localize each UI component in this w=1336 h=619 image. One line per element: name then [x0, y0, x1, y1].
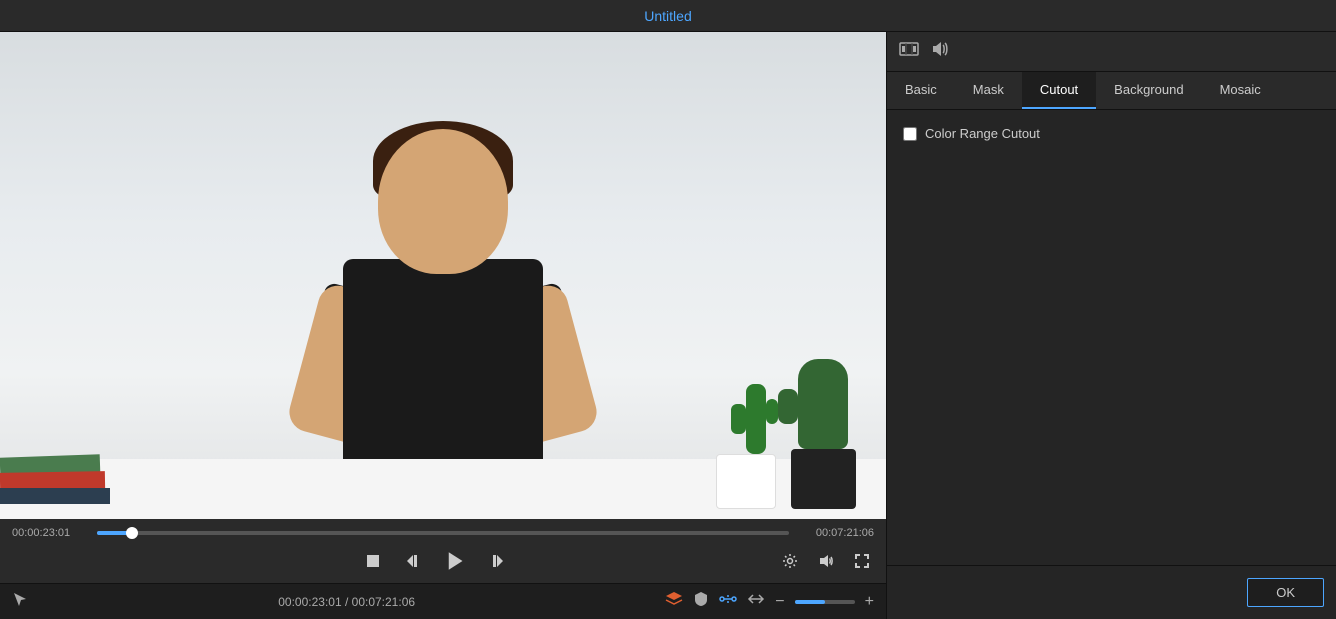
tab-basic[interactable]: Basic — [887, 72, 955, 109]
toolbar-right: − + — [665, 591, 874, 612]
ok-button[interactable]: OK — [1247, 578, 1324, 607]
zoom-slider-fill — [795, 600, 825, 604]
loop-icon[interactable] — [747, 591, 765, 612]
video-preview — [0, 32, 886, 519]
color-range-cutout-checkbox[interactable] — [903, 127, 917, 141]
right-panel: Basic Mask Cutout Background Mosaic Colo… — [886, 32, 1336, 619]
cactus-large — [798, 359, 848, 449]
toolbar-time-display: 00:00:23:01 / 00:07:21:06 — [278, 595, 415, 609]
tab-mask[interactable]: Mask — [955, 72, 1022, 109]
time-total: 00:07:21:06 — [799, 527, 874, 539]
progress-thumb[interactable] — [126, 527, 138, 539]
zoom-slider[interactable] — [795, 600, 855, 604]
tab-mosaic[interactable]: Mosaic — [1202, 72, 1279, 109]
connect-icon[interactable] — [719, 591, 737, 612]
right-panel-header — [887, 32, 1336, 72]
zoom-in-icon[interactable]: + — [865, 593, 874, 611]
color-range-cutout-row: Color Range Cutout — [903, 126, 1320, 141]
color-range-cutout-label: Color Range Cutout — [925, 126, 1040, 141]
progress-bar-track[interactable] — [97, 531, 789, 535]
window-title: Untitled — [644, 8, 691, 24]
plant-pot-dark — [791, 449, 856, 509]
stop-button[interactable] — [361, 549, 385, 573]
main-area: 00:00:23:01 00:07:21:06 — [0, 32, 1336, 619]
controls-center — [361, 547, 509, 575]
tab-cutout[interactable]: Cutout — [1022, 72, 1096, 109]
book-dark — [0, 488, 110, 504]
layers-icon[interactable] — [665, 591, 683, 612]
audio-icon[interactable] — [931, 40, 949, 63]
tabs-row: Basic Mask Cutout Background Mosaic — [887, 72, 1336, 110]
books-decoration — [0, 424, 120, 504]
zoom-out-icon[interactable]: − — [775, 593, 784, 611]
title-bar: Untitled — [0, 0, 1336, 32]
person-figure — [133, 129, 753, 519]
film-icon[interactable] — [899, 40, 919, 63]
person-torso — [343, 259, 543, 459]
cactus-small — [746, 384, 766, 454]
settings-button[interactable] — [778, 549, 802, 573]
video-panel: 00:00:23:01 00:07:21:06 — [0, 32, 886, 619]
controls-right — [778, 549, 874, 573]
step-forward-button[interactable] — [485, 549, 509, 573]
time-current: 00:00:23:01 — [12, 527, 87, 539]
person-head — [378, 129, 508, 274]
video-container — [0, 32, 886, 519]
plant-pot-white — [716, 454, 776, 509]
toolbar-left — [12, 591, 28, 612]
plants-decoration — [686, 349, 866, 509]
panel-content: Color Range Cutout — [887, 110, 1336, 565]
tab-background[interactable]: Background — [1096, 72, 1201, 109]
bottom-toolbar: 00:00:23:01 / 00:07:21:06 − + — [0, 583, 886, 619]
playback-controls-row — [12, 543, 874, 583]
step-back-button[interactable] — [401, 549, 425, 573]
panel-footer: OK — [887, 565, 1336, 619]
shield-icon[interactable] — [693, 591, 709, 612]
video-controls: 00:00:23:01 00:07:21:06 — [0, 519, 886, 583]
progress-bar-row: 00:00:23:01 00:07:21:06 — [12, 519, 874, 543]
volume-button[interactable] — [814, 549, 838, 573]
play-button[interactable] — [441, 547, 469, 575]
cursor-tool-icon[interactable] — [12, 591, 28, 612]
fullscreen-button[interactable] — [850, 549, 874, 573]
